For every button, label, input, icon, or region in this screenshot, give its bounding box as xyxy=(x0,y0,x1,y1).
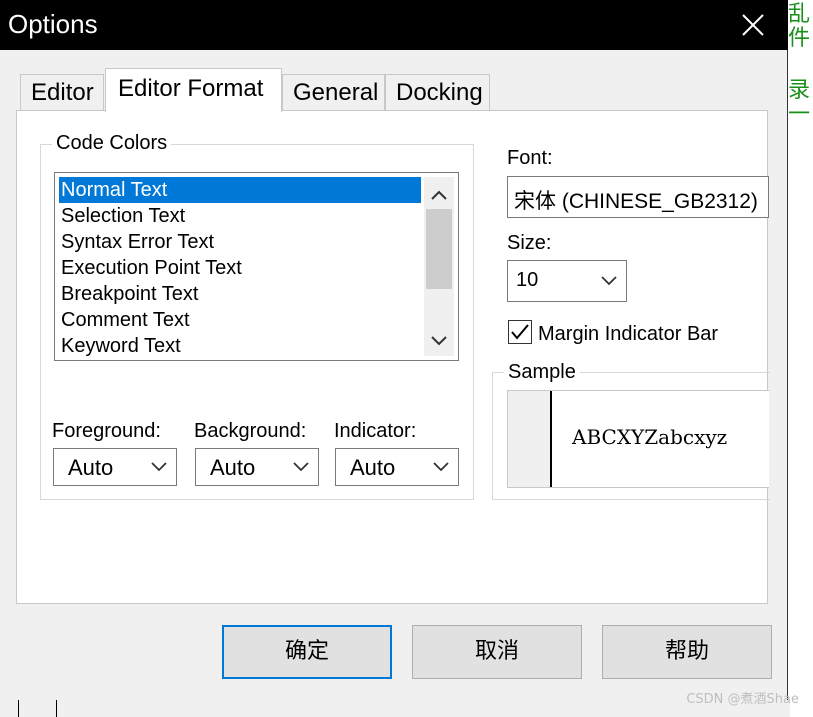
scroll-thumb[interactable] xyxy=(426,209,452,289)
tab-editor-format-label: Editor Format xyxy=(118,75,264,102)
checkmark-icon xyxy=(511,324,529,340)
size-value: 10 xyxy=(516,269,539,291)
list-item[interactable]: Breakpoint Text xyxy=(59,281,421,307)
ok-button[interactable]: 确定 xyxy=(222,625,392,679)
size-select[interactable]: 10 xyxy=(507,260,627,302)
window-title: Options xyxy=(8,9,98,39)
list-item[interactable]: Selection Text xyxy=(59,203,421,229)
watermark: CSDN @煮酒Shae xyxy=(686,692,799,707)
background-window-strip xyxy=(0,700,790,717)
cancel-button[interactable]: 取消 xyxy=(412,625,582,679)
sample-text: ABCXYZabcxyz xyxy=(572,425,728,449)
font-field[interactable]: 宋体 (CHINESE_GB2312) xyxy=(507,176,769,218)
sample-margin-bar xyxy=(508,391,552,487)
indicator-value: Auto xyxy=(350,455,396,480)
list-scrollbar[interactable] xyxy=(424,177,454,356)
code-colors-list[interactable]: Normal Text Selection Text Syntax Error … xyxy=(54,172,459,361)
list-item[interactable]: Syntax Error Text xyxy=(59,229,421,255)
background-text-3: 录 xyxy=(788,78,811,103)
title-bar: Options xyxy=(0,0,788,50)
indicator-select[interactable]: Auto xyxy=(335,448,459,486)
sample-preview: ABCXYZabcxyz xyxy=(507,390,769,488)
background-select[interactable]: Auto xyxy=(195,448,319,486)
font-label: Font: xyxy=(507,147,553,169)
margin-indicator-checkbox[interactable] xyxy=(508,320,532,344)
background-label: Background: xyxy=(194,420,307,442)
tab-docking-label: Docking xyxy=(396,79,483,106)
chevron-down-icon xyxy=(433,462,449,472)
close-icon[interactable] xyxy=(734,6,772,44)
options-dialog: Options Editor Editor Format General Doc… xyxy=(0,0,788,700)
background-text-1: 乱 xyxy=(788,2,811,27)
background-text-2: 件 xyxy=(788,26,811,51)
code-colors-label: Code Colors xyxy=(52,132,172,155)
foreground-label: Foreground: xyxy=(52,420,161,442)
chevron-down-icon xyxy=(151,462,167,472)
list-item[interactable]: Keyword Text xyxy=(59,333,421,359)
tab-docking[interactable]: Docking xyxy=(385,74,490,111)
list-item[interactable]: Comment Text xyxy=(59,307,421,333)
help-button[interactable]: 帮助 xyxy=(602,625,772,679)
scroll-down-icon[interactable] xyxy=(424,327,454,355)
foreground-value: Auto xyxy=(68,455,114,480)
scroll-up-icon[interactable] xyxy=(424,181,454,209)
background-value: Auto xyxy=(210,455,256,480)
sample-label: Sample xyxy=(504,361,580,384)
font-value: 宋体 (CHINESE_GB2312) xyxy=(514,190,758,213)
tab-editor-label: Editor xyxy=(31,79,94,106)
background-text-4: 一 xyxy=(788,102,811,127)
list-item[interactable]: Execution Point Text xyxy=(59,255,421,281)
tab-editor[interactable]: Editor xyxy=(20,74,104,111)
size-label: Size: xyxy=(507,232,552,254)
chevron-down-icon xyxy=(293,462,309,472)
tab-general-label: General xyxy=(293,79,379,106)
list-item[interactable]: Normal Text xyxy=(59,177,421,203)
tab-general[interactable]: General xyxy=(282,74,385,111)
indicator-label: Indicator: xyxy=(334,420,417,442)
tab-editor-format[interactable]: Editor Format xyxy=(105,68,282,112)
foreground-select[interactable]: Auto xyxy=(53,448,177,486)
chevron-down-icon xyxy=(601,276,617,286)
margin-indicator-label: Margin Indicator Bar xyxy=(538,323,719,345)
